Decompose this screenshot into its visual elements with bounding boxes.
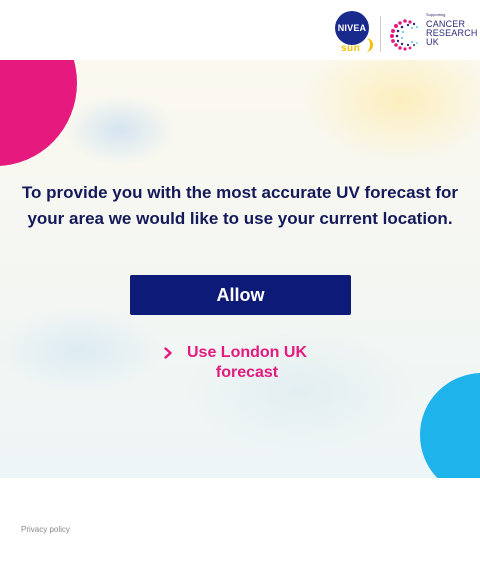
nivea-sun-logo: NIVEA sun (333, 11, 373, 55)
use-london-forecast-link[interactable]: Use London UK forecast (150, 343, 330, 385)
nivea-logo-text: NIVEA (337, 23, 367, 33)
header: NIVEA sun Supporting CANCER RESEARCH UK (0, 0, 480, 60)
cruk-wordmark: CANCER RESEARCH UK (426, 20, 478, 47)
decorative-blue-circle (420, 373, 480, 478)
sun-logo-text: sun (341, 43, 361, 54)
page: NIVEA sun Supporting CANCER RESEARCH UK … (0, 0, 480, 580)
sun-arc-icon (363, 38, 373, 52)
privacy-policy-link[interactable]: Privacy policy (21, 525, 70, 534)
cruk-c-icon (390, 19, 418, 51)
decorative-pink-circle (0, 60, 77, 166)
location-prompt-panel: To provide you with the most accurate UV… (0, 60, 480, 478)
supporting-label: Supporting (426, 12, 446, 17)
london-link-label: Use London UK forecast (187, 344, 307, 381)
location-message: To provide you with the most accurate UV… (21, 183, 459, 228)
cruk-line: UK (426, 37, 439, 47)
logo-divider (380, 16, 381, 52)
allow-location-button[interactable]: Allow (130, 275, 351, 315)
cancer-research-uk-logo: Supporting CANCER RESEARCH UK (386, 12, 478, 54)
